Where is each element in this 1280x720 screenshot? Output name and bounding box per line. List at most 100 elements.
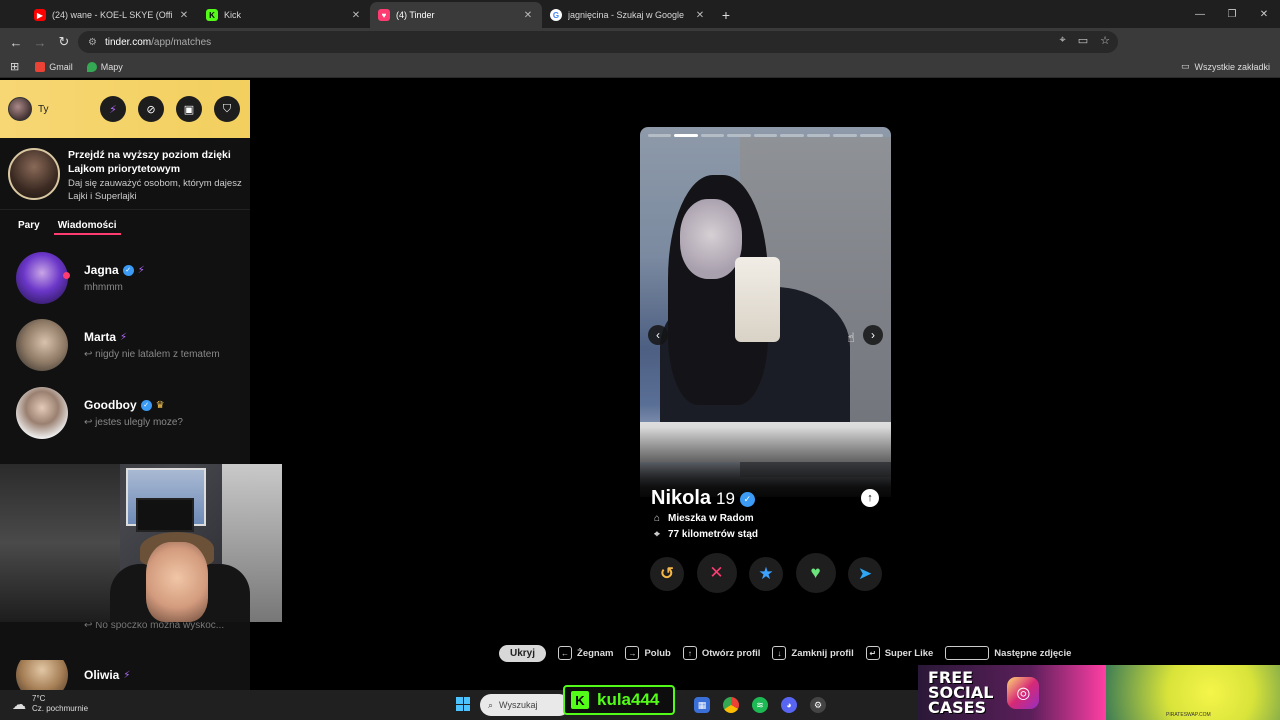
verified-icon: ✓ — [140, 399, 152, 411]
match-name: Marta — [84, 330, 117, 344]
google-icon: G — [550, 9, 562, 21]
close-window-icon[interactable]: ✕ — [1248, 0, 1280, 28]
chevron-right-icon[interactable]: › — [863, 325, 883, 345]
webcam-monitor — [136, 498, 194, 532]
minimize-icon[interactable]: — — [1184, 0, 1216, 28]
photo-progress-segment[interactable] — [780, 134, 804, 137]
profile-name-text: Nikola — [651, 487, 712, 509]
bolt-icon: ⚡ — [120, 331, 128, 343]
list-item[interactable]: Marta ⚡ ↩ nigdy nie latalem z tematem — [16, 319, 246, 371]
bookmark-star-icon[interactable]: ☆ — [1100, 34, 1110, 47]
briefcase-icon[interactable]: ▣ — [176, 96, 202, 122]
photo-progress-segment[interactable] — [833, 134, 857, 137]
tab-kick[interactable]: K Kick ✕ — [198, 2, 370, 28]
cast-icon[interactable]: ▭ — [1078, 34, 1088, 47]
location-icon[interactable]: ⌖ — [1060, 34, 1066, 47]
weather-text: Cz. pochmurnie — [32, 704, 89, 713]
reload-icon[interactable]: ↻ — [52, 30, 76, 54]
chrome-icon[interactable] — [723, 697, 739, 713]
my-profile-label[interactable]: Ty — [38, 104, 49, 115]
message-preview: ↩ jestes ulegly moze? — [84, 417, 183, 428]
photo-progress — [648, 134, 883, 137]
chevron-left-icon[interactable]: ‹ — [648, 325, 668, 345]
shortcut-next-photo: Następne zdjęcie — [945, 646, 1071, 660]
bookmark-gmail[interactable]: Gmail — [35, 61, 73, 72]
nope-button[interactable]: ✕ — [696, 553, 737, 593]
photo-progress-segment[interactable] — [674, 134, 698, 137]
tab-label: Kick — [224, 10, 242, 20]
tab-label: jagnięcina - Szukaj w Google — [568, 10, 685, 20]
shortcut-close-profile: ↓ Zamknij profil — [772, 646, 854, 660]
tab-tinder[interactable]: ♥ (4) Tinder ✕ — [370, 2, 542, 28]
weather-widget[interactable]: ☁ 7°C Cz. pochmurnie — [12, 694, 88, 714]
rewind-button[interactable]: ↺ — [650, 557, 684, 591]
close-icon[interactable]: ✕ — [694, 10, 706, 21]
address-bar[interactable]: ⚙ tinder.com/app/matches ⌖ ▭ ☆ — [78, 31, 1118, 53]
tab-strip: ▶ (24) wane - KOE-L SKYE (Officia ✕ K Ki… — [0, 0, 1280, 28]
sidebar-header: Ty ⚡ ⊘ ▣ ⛉ — [0, 80, 250, 138]
match-name: Oliwia — [84, 668, 120, 682]
avatar — [16, 387, 68, 439]
list-item[interactable]: Goodboy ✓ ♛ ↩ jestes ulegly moze? — [16, 387, 246, 439]
photo-progress-segment[interactable] — [859, 134, 883, 137]
profile-distance: ⌖ 77 kilometrów stąd — [652, 529, 758, 540]
boost-icon[interactable]: ⚡ — [100, 96, 126, 122]
explore-icon[interactable]: ⊘ — [138, 96, 164, 122]
cloud-icon: ☁ — [12, 695, 26, 712]
site-info-icon[interactable]: ⚙ — [88, 37, 97, 48]
steam-icon[interactable]: ⚙ — [810, 697, 826, 713]
message-preview: ↩ nigdy nie latalem z tematem — [84, 349, 220, 360]
discord-icon[interactable]: ◕ — [781, 697, 797, 713]
match-name: Goodboy — [84, 398, 137, 412]
shield-icon[interactable]: ⛉ — [214, 96, 240, 122]
close-icon[interactable]: ✕ — [522, 10, 534, 21]
webcam-overlay — [0, 464, 282, 622]
boost-button[interactable]: ➤ — [848, 557, 882, 591]
hide-shortcuts-button[interactable]: Ukryj — [499, 644, 547, 662]
open-profile-icon[interactable]: ↑ — [861, 489, 879, 507]
profile-card[interactable]: ‹ › Nikola 19 ✓ ↑ ⌂ Mieszka w Radom ⌖ 77… — [640, 127, 891, 600]
shortcut-nope: ← Żegnam — [558, 646, 613, 660]
search-icon: ⌕ — [488, 699, 494, 710]
kick-icon: K — [206, 9, 218, 21]
tab-messages[interactable]: Wiadomości — [53, 220, 121, 235]
new-tab-button[interactable]: + — [714, 2, 738, 28]
photo-phone — [735, 257, 780, 342]
apps-grid-icon[interactable]: ⊞ — [10, 60, 19, 73]
forward-icon[interactable]: → — [28, 30, 52, 54]
kick-icon: K — [571, 691, 589, 709]
all-bookmarks[interactable]: ▭ Wszystkie zakładki — [1181, 61, 1270, 72]
like-button[interactable]: ♥ — [795, 553, 836, 593]
tab-matches[interactable]: Pary — [18, 220, 40, 231]
kick-username: kula444 — [597, 690, 660, 709]
ad-headline: FREE SOCIAL CASES — [928, 668, 994, 717]
photo-progress-segment[interactable] — [648, 134, 672, 137]
taskbar-search[interactable]: ⌕ Wyszukaj — [480, 694, 570, 716]
widgets-icon[interactable]: ▦ — [694, 697, 710, 713]
avatar[interactable] — [8, 97, 32, 121]
priority-likes-promo[interactable]: Przejdź na wyższy poziom dzięki Lajkom p… — [0, 138, 250, 210]
tab-youtube[interactable]: ▶ (24) wane - KOE-L SKYE (Officia ✕ — [26, 2, 198, 28]
maximize-icon[interactable]: ❐ — [1216, 0, 1248, 28]
close-icon[interactable]: ✕ — [178, 10, 190, 21]
verified-icon: ✓ — [739, 492, 755, 507]
photo-progress-segment[interactable] — [727, 134, 751, 137]
spotify-icon[interactable]: ≋ — [752, 697, 768, 713]
profile-location: ⌂ Mieszka w Radom — [653, 513, 754, 524]
photo-progress-segment[interactable] — [806, 134, 831, 137]
ad-banner[interactable]: FREE SOCIAL CASES ◎ PIRATESWAP.COM — [918, 665, 1280, 720]
promo-avatar — [8, 148, 60, 200]
list-item[interactable]: Jagna ✓ ⚡ mhmmm — [16, 252, 246, 304]
windows-start-icon[interactable] — [456, 697, 470, 711]
tab-google[interactable]: G jagnięcina - Szukaj w Google ✕ — [542, 2, 714, 28]
enter-key-icon: ↵ — [865, 646, 880, 660]
bookmark-maps[interactable]: Mapy — [86, 61, 123, 72]
close-icon[interactable]: ✕ — [350, 10, 362, 21]
sidebar-tabs: Pary Wiadomości — [0, 210, 250, 240]
omnibox-actions: ⌖ ▭ ☆ — [1060, 34, 1110, 47]
photo-progress-segment[interactable] — [700, 134, 725, 137]
photo-progress-segment[interactable] — [753, 134, 778, 137]
list-item[interactable]: Oliwia ⚡ — [16, 660, 246, 690]
super-like-button[interactable]: ★ — [749, 557, 783, 591]
back-icon[interactable]: ← — [4, 30, 28, 54]
